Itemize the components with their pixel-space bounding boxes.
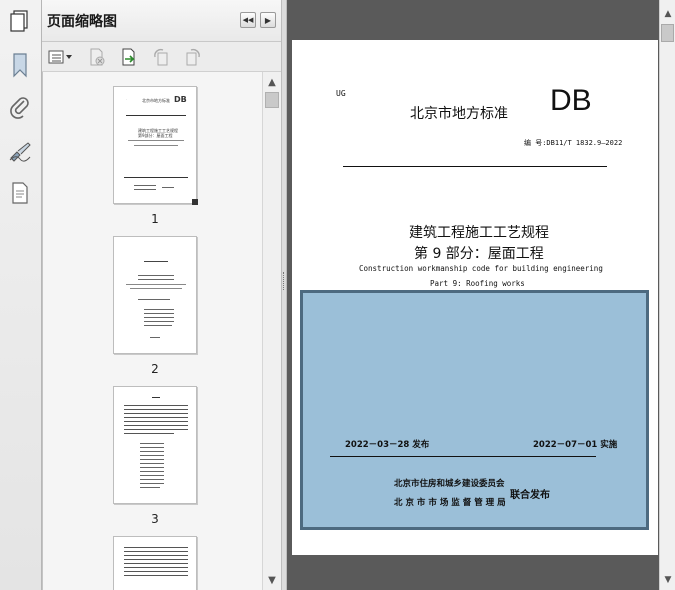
mini-org: 北京市地方标准	[142, 98, 170, 103]
attachment-icon[interactable]	[6, 92, 34, 122]
page-number-1: 1	[151, 212, 159, 226]
navigation-rail	[0, 0, 42, 590]
publisher-2: 北 京 市 市 场 监 督 管 理 局	[394, 498, 506, 508]
effective-date: 2022－07－01 实施	[533, 440, 618, 450]
title-cn-line2: 第 9 部分：屋面工程	[414, 246, 544, 262]
options-icon	[48, 50, 72, 64]
joint-publish: 联合发布	[510, 490, 550, 501]
scroll-down-arrow-icon[interactable]: ▼	[263, 572, 281, 588]
publisher-1: 北京市住房和城乡建设委员会	[394, 479, 505, 489]
document-scrollbar[interactable]: ▲ ▼	[659, 0, 675, 590]
mini-logo: DB	[174, 95, 187, 104]
bookmark-icon[interactable]	[6, 50, 34, 80]
page-thumbnail-4[interactable]	[113, 536, 197, 590]
title-en-line1: Construction workmanship code for buildi…	[359, 264, 603, 273]
scroll-up-arrow-icon[interactable]: ▲	[660, 6, 675, 22]
thumbnail-panel: 页面缩略图 ◀◀ ▶ · 北京市地方标准 DB 建筑工程施工工艺规程 第9部分：…	[42, 0, 281, 590]
insert-page-button[interactable]	[118, 47, 140, 67]
rotate-left-icon	[154, 48, 168, 66]
document-view[interactable]: UG 北京市地方标准 DB 编 号:DB11/T 1832.9—2022 建筑工…	[287, 0, 659, 590]
title-cn-line1: 建筑工程施工工艺规程	[409, 225, 549, 241]
scroll-up-arrow-icon[interactable]: ▲	[263, 74, 281, 90]
delete-page-icon	[90, 48, 105, 66]
scroll-down-arrow-icon[interactable]: ▼	[660, 572, 675, 588]
header-rule	[343, 166, 607, 167]
pdf-viewer-window: 页面缩略图 ◀◀ ▶ · 北京市地方标准 DB 建筑工程施工工艺规程 第9部分：…	[0, 0, 675, 590]
page-thumbnail-1[interactable]: · 北京市地方标准 DB 建筑工程施工工艺规程 第9部分：屋面工程	[113, 86, 197, 204]
thumbnail-toolbar	[42, 42, 281, 72]
signature-icon[interactable]	[6, 136, 34, 166]
thumbnail-resize-handle[interactable]	[192, 199, 198, 205]
page-thumbnail-3[interactable]	[113, 386, 197, 504]
document-scroll-thumb[interactable]	[661, 24, 674, 42]
pages-icon[interactable]	[6, 6, 34, 36]
expand-panel-button[interactable]: ▶	[260, 12, 276, 28]
standard-number: 编 号:DB11/T 1832.9—2022	[524, 139, 623, 147]
title-en-line2: Part 9: Roofing works	[430, 279, 525, 288]
corner-mark: UG	[336, 89, 346, 98]
highlight-overlay: 2022－03－28 发布 2022－07－01 实施 北京市住房和城乡建设委员…	[300, 290, 649, 530]
options-menu-button[interactable]	[48, 47, 74, 67]
standard-org: 北京市地方标准	[410, 106, 508, 122]
layers-icon[interactable]	[6, 178, 34, 208]
splitter-grip-icon[interactable]	[283, 272, 285, 290]
rotate-right-icon	[186, 48, 200, 66]
insert-page-icon	[122, 48, 135, 66]
page-number-2: 2	[151, 362, 159, 376]
page-number-3: 3	[151, 512, 159, 526]
issue-date: 2022－03－28 发布	[345, 440, 430, 450]
thumbnail-scrollbar[interactable]: ▲ ▼	[262, 72, 281, 590]
delete-page-button[interactable]	[86, 47, 108, 67]
rotate-right-button[interactable]	[182, 47, 204, 67]
thumbnail-list[interactable]: · 北京市地方标准 DB 建筑工程施工工艺规程 第9部分：屋面工程 1 2 3	[42, 72, 262, 590]
collapse-panel-button[interactable]: ◀◀	[240, 12, 256, 28]
rotate-left-button[interactable]	[150, 47, 172, 67]
document-page: UG 北京市地方标准 DB 编 号:DB11/T 1832.9—2022 建筑工…	[292, 40, 658, 555]
double-left-arrow-icon: ◀◀	[242, 16, 254, 24]
footer-rule	[330, 456, 596, 457]
thumbnail-panel-header: 页面缩略图 ◀◀ ▶	[42, 0, 281, 42]
thumbnail-scroll-thumb[interactable]	[265, 92, 279, 108]
right-arrow-icon: ▶	[264, 15, 272, 25]
mini-part: 第9部分：屋面工程	[138, 133, 173, 138]
db-logo: DB	[550, 84, 592, 117]
page-thumbnail-2[interactable]	[113, 236, 197, 354]
panel-title: 页面缩略图	[47, 14, 117, 30]
